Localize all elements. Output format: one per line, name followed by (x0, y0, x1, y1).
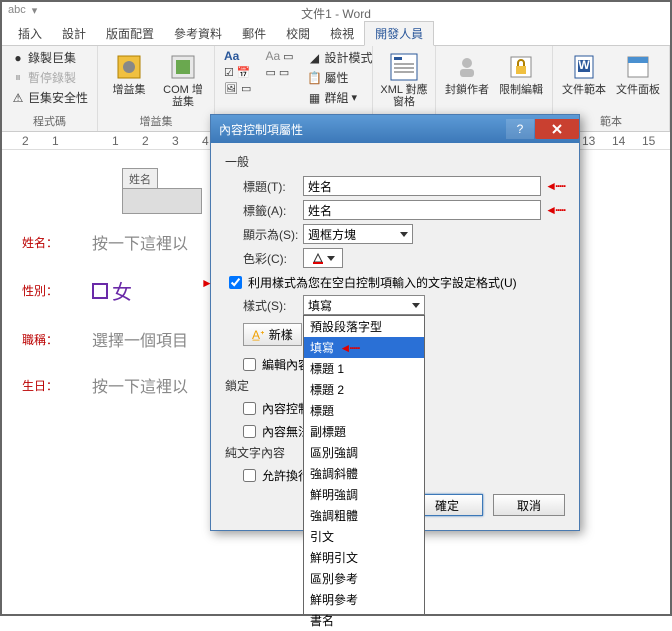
pause-record-button[interactable]: ⏸暫停錄製 (8, 68, 91, 87)
arrow-icon: ◄····· (338, 341, 359, 355)
design-mode-button[interactable]: ◢設計模式 (305, 48, 376, 67)
row-style: 樣式(S): 填寫 預設段落字型填寫 ◄·····標題 1標題 2標題副標題區別… (243, 295, 565, 315)
style-option[interactable]: 填寫 ◄····· (304, 337, 424, 358)
title-input[interactable] (303, 176, 541, 196)
chevron-down-icon (327, 256, 335, 261)
row-show-as: 顯示為(S): 週框方塊 (243, 224, 565, 244)
color-button[interactable] (303, 248, 343, 268)
title-bar: abc ▾ 文件1 - Word (2, 2, 670, 24)
properties-button[interactable]: 📋屬性 (305, 68, 376, 87)
control-rt[interactable]: Aa (221, 48, 254, 64)
show-as-combo[interactable]: 週框方塊 (303, 224, 413, 244)
macro-security-button[interactable]: ⚠巨集安全性 (8, 88, 91, 107)
row-tag: 標籤(A): ◄····· (243, 200, 565, 220)
arrow-icon: ► (201, 276, 213, 290)
chevron-down-icon (400, 232, 408, 237)
lock-edit-checkbox[interactable] (243, 425, 256, 438)
style-option[interactable]: 強調粗體 (304, 505, 424, 526)
style-option[interactable]: 標題 (304, 400, 424, 421)
tab-design[interactable]: 設計 (52, 22, 96, 45)
tab-review[interactable]: 校閱 (276, 22, 320, 45)
control-pic[interactable]: 🖼 ▭ (221, 81, 254, 96)
addins-button[interactable]: 增益集 (104, 48, 154, 96)
new-style-button[interactable]: A̲ᐩ 新樣 (243, 323, 302, 346)
group-button[interactable]: ▦群組▾ (305, 88, 376, 107)
com-addins-button[interactable]: COM 增益集 (158, 48, 208, 108)
row-title: 標題(T): ◄····· (243, 176, 565, 196)
ribbon-tabs: 插入 設計 版面配置 參考資料 郵件 校閱 檢視 開發人員 (2, 24, 670, 46)
style-option[interactable]: 鮮明引文 (304, 547, 424, 568)
tag-input[interactable] (303, 200, 541, 220)
lock-delete-checkbox[interactable] (243, 402, 256, 415)
tab-insert[interactable]: 插入 (8, 22, 52, 45)
style-option[interactable]: 區別強調 (304, 442, 424, 463)
doc-panel-button[interactable]: 文件面板 (613, 48, 663, 96)
qat-dropdown-icon[interactable]: ▾ (32, 4, 38, 17)
style-option[interactable]: 強調斜體 (304, 463, 424, 484)
cancel-button[interactable]: 取消 (493, 494, 565, 516)
record-macro-button[interactable]: ●錄製巨集 (8, 48, 91, 67)
qat-item[interactable]: abc (8, 4, 26, 17)
checkbox-icon[interactable] (92, 283, 108, 299)
tab-references[interactable]: 參考資料 (164, 22, 232, 45)
use-style-checkbox[interactable] (229, 276, 242, 289)
tab-view[interactable]: 檢視 (320, 22, 364, 45)
chevron-down-icon (412, 303, 420, 308)
restrict-editing-button[interactable]: 限制編輯 (496, 48, 546, 96)
tab-layout[interactable]: 版面配置 (96, 22, 164, 45)
help-button[interactable]: ? (506, 119, 534, 139)
content-control-box[interactable] (122, 188, 202, 214)
dialog-title: 內容控制項屬性 (219, 121, 303, 138)
svg-text:W: W (578, 58, 590, 72)
style-dropdown-list: 預設段落字型填寫 ◄·····標題 1標題 2標題副標題區別強調強調斜體鮮明強調… (303, 315, 425, 615)
style-option[interactable]: 標題 2 (304, 379, 424, 400)
style-option[interactable]: 引文 (304, 526, 424, 547)
close-button[interactable] (535, 119, 579, 139)
style-combo[interactable]: 填寫 (303, 295, 425, 315)
tab-mailings[interactable]: 郵件 (232, 22, 276, 45)
style-option[interactable]: 副標題 (304, 421, 424, 442)
arrow-icon: ◄····· (545, 179, 565, 193)
arrow-icon: ◄····· (545, 203, 565, 217)
style-option[interactable]: 標題 1 (304, 358, 424, 379)
quick-access-toolbar: abc ▾ (8, 4, 37, 17)
dialog-titlebar[interactable]: 內容控制項屬性 ? (211, 115, 579, 143)
control-cb[interactable]: ☑ 📅 (221, 65, 254, 80)
tab-developer[interactable]: 開發人員 (364, 21, 434, 46)
doc-template-button[interactable]: W文件範本 (559, 48, 609, 96)
style-option[interactable]: 鮮明參考 (304, 589, 424, 610)
content-control-tag[interactable]: 姓名 (122, 168, 158, 190)
use-style-checkbox-row: ► 利用樣式為您在空白控制項輸入的文字設定格式(U) (229, 274, 565, 291)
control-pt[interactable]: Aa ▭ (262, 48, 296, 64)
group-code: ●錄製巨集 ⏸暫停錄製 ⚠巨集安全性 程式碼 (2, 46, 98, 131)
style-option[interactable]: 書名 (304, 610, 424, 631)
style-option[interactable]: 區別參考 (304, 568, 424, 589)
xml-mapping-button[interactable]: XML 對應窗格 (379, 48, 429, 108)
group-addins: 增益集 COM 增益集 增益集 (98, 46, 215, 131)
sparkle-icon: A̲ᐩ (252, 328, 265, 342)
remove-on-edit-checkbox[interactable] (243, 358, 256, 371)
row-color: 色彩(C): (243, 248, 565, 268)
control-dd[interactable]: ▭ ▭ (262, 65, 296, 80)
style-option[interactable]: 鮮明強調 (304, 484, 424, 505)
allow-cr-checkbox[interactable] (243, 469, 256, 482)
section-general: 一般 (225, 153, 565, 170)
style-option[interactable]: 預設段落字型 (304, 316, 424, 337)
content-control-properties-dialog: 內容控制項屬性 ? 一般 標題(T): ◄····· 標籤(A): ◄·····… (210, 114, 580, 531)
window-title: 文件1 - Word (301, 5, 371, 22)
block-authors-button[interactable]: 封鎖作者 (442, 48, 492, 96)
